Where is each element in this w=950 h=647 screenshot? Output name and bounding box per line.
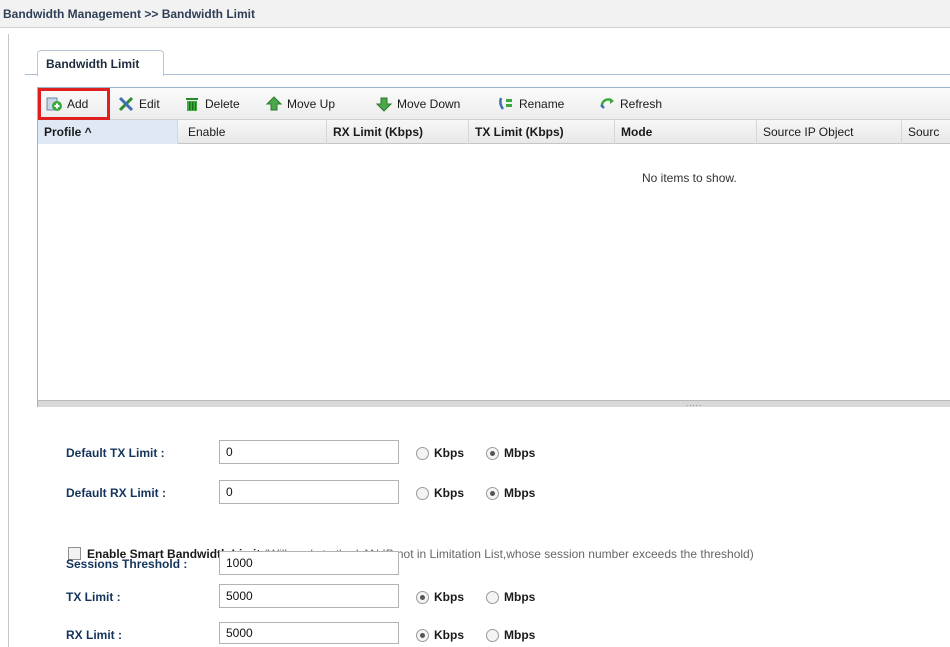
grid-empty-message: No items to show.	[642, 171, 737, 185]
default-rx-unit-group: Kbps Mbps	[416, 486, 535, 500]
grid-resize-bar[interactable]	[38, 400, 950, 407]
default-tx-label: Default TX Limit :	[66, 446, 165, 460]
tx-limit-mbps-label: Mbps	[504, 590, 536, 604]
delete-button[interactable]: Delete	[183, 93, 240, 115]
default-tx-kbps-radio[interactable]	[416, 446, 429, 460]
delete-label: Delete	[205, 97, 240, 111]
refresh-label: Refresh	[620, 97, 663, 111]
edit-icon	[117, 95, 135, 113]
default-rx-input[interactable]	[219, 480, 399, 504]
rename-label: Rename	[519, 97, 565, 111]
refresh-button[interactable]: Refresh	[598, 93, 662, 115]
default-rx-mbps-label: Mbps	[504, 486, 536, 500]
move-down-label: Move Down	[397, 97, 461, 111]
sessions-threshold-input[interactable]	[219, 551, 399, 575]
default-tx-unit-group: Kbps Mbps	[416, 446, 535, 460]
rx-limit-label: RX Limit :	[66, 628, 122, 642]
edit-button[interactable]: Edit	[117, 93, 160, 115]
refresh-icon	[598, 95, 616, 113]
tx-limit-kbps-radio[interactable]	[416, 590, 429, 604]
tx-limit-label: TX Limit :	[66, 590, 121, 604]
add-icon	[45, 95, 63, 113]
default-tx-input[interactable]	[219, 440, 399, 464]
rx-limit-unit-group: Kbps Mbps	[416, 628, 535, 642]
sessions-threshold-label: Sessions Threshold :	[66, 557, 188, 571]
rx-limit-kbps-radio[interactable]	[416, 628, 429, 642]
resize-grip-icon[interactable]: .....	[686, 400, 702, 408]
default-rx-kbps-radio[interactable]	[416, 486, 429, 500]
rx-limit-kbps-label: Kbps	[434, 628, 464, 642]
column-header-profile[interactable]: Profile ^	[38, 120, 178, 144]
add-label: Add	[67, 97, 89, 111]
rename-button[interactable]: Rename	[497, 93, 564, 115]
default-rx-kbps-label: Kbps	[434, 486, 464, 500]
move-up-button[interactable]: Move Up	[265, 93, 335, 115]
rx-limit-input[interactable]	[219, 622, 399, 644]
column-header-rx-limit[interactable]: RX Limit (Kbps)	[327, 120, 469, 144]
tx-limit-mbps-radio[interactable]	[486, 590, 499, 604]
breadcrumb: Bandwidth Management >> Bandwidth Limit	[3, 7, 256, 21]
move-down-button[interactable]: Move Down	[375, 93, 460, 115]
rename-icon	[497, 95, 515, 113]
tab-bandwidth-limit[interactable]: Bandwidth Limit	[37, 50, 164, 76]
default-tx-mbps-radio[interactable]	[486, 446, 499, 460]
column-header-enable[interactable]: Enable	[182, 120, 327, 144]
column-header-source-ip-object[interactable]: Source IP Object	[757, 120, 902, 144]
edit-label: Edit	[139, 97, 160, 111]
rx-limit-mbps-radio[interactable]	[486, 628, 499, 642]
tx-limit-unit-group: Kbps Mbps	[416, 590, 535, 604]
default-tx-kbps-label: Kbps	[434, 446, 464, 460]
arrow-down-icon	[375, 95, 393, 113]
breadcrumb-bar: Bandwidth Management >> Bandwidth Limit	[0, 0, 950, 28]
move-up-label: Move Up	[287, 97, 336, 111]
add-button[interactable]: Add	[38, 88, 110, 120]
trash-icon	[183, 95, 201, 113]
default-rx-mbps-radio[interactable]	[486, 486, 499, 500]
toolbar	[38, 88, 950, 120]
default-tx-mbps-label: Mbps	[504, 446, 536, 460]
column-header-mode[interactable]: Mode	[615, 120, 757, 144]
tx-limit-kbps-label: Kbps	[434, 590, 464, 604]
arrow-up-icon	[265, 95, 283, 113]
tx-limit-input[interactable]	[219, 584, 399, 608]
column-header-source[interactable]: Sourc	[902, 120, 950, 144]
rx-limit-mbps-label: Mbps	[504, 628, 536, 642]
column-header-tx-limit[interactable]: TX Limit (Kbps)	[469, 120, 615, 144]
default-rx-label: Default RX Limit :	[66, 486, 167, 500]
